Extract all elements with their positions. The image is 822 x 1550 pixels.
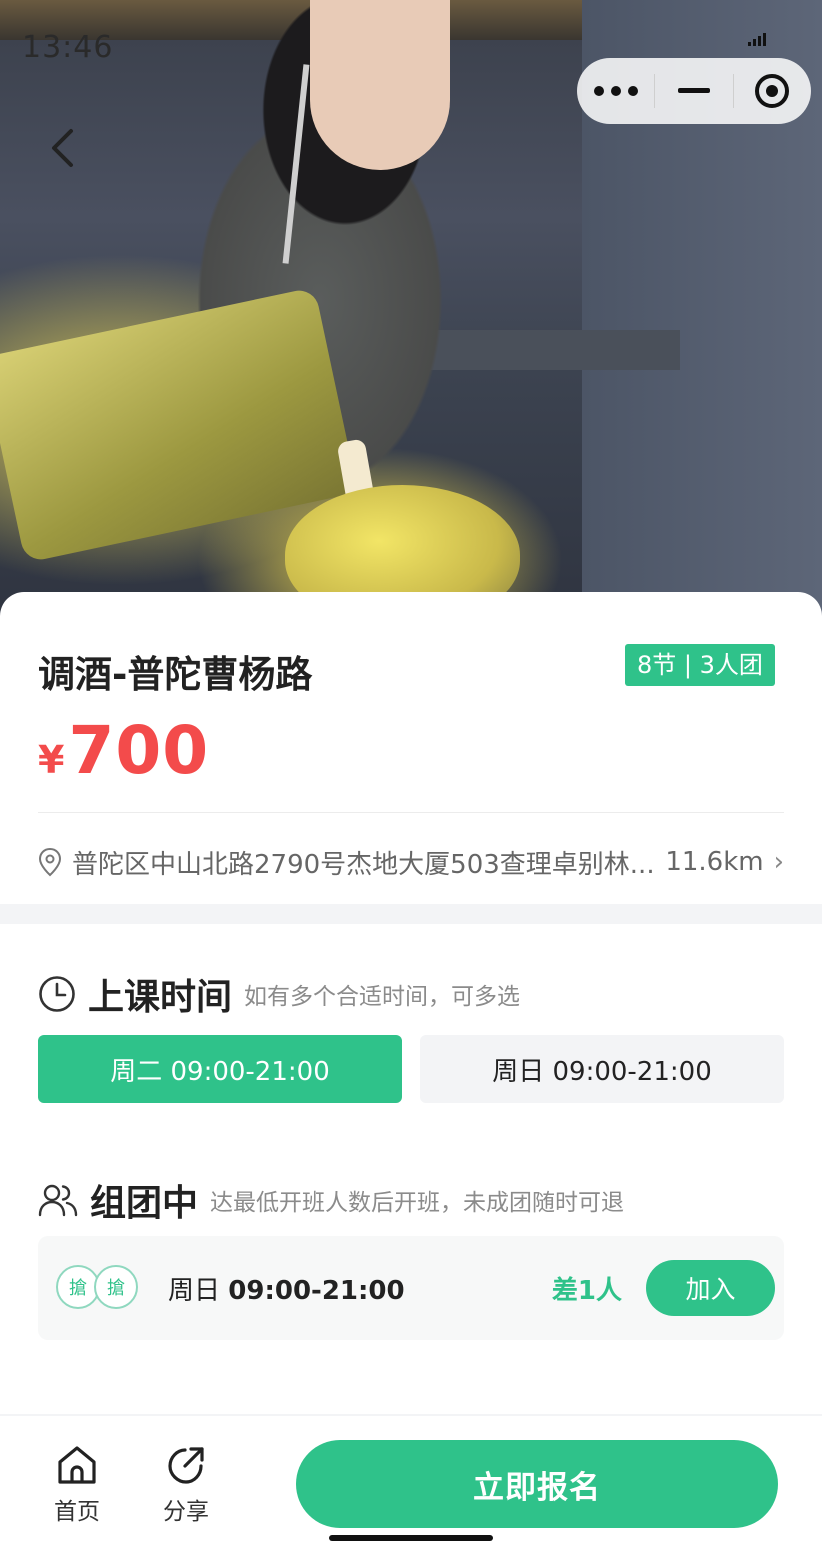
avatar: 搶 xyxy=(94,1265,138,1309)
home-button[interactable]: 首页 xyxy=(37,1444,117,1526)
group-time: 周日 09:00-21:00 xyxy=(168,1270,405,1307)
close-program-button[interactable] xyxy=(734,58,811,124)
time-slot-tuesday[interactable]: 周二 09:00-21:00 xyxy=(38,1035,402,1103)
course-price: ¥ 700 xyxy=(38,712,209,789)
more-dots-icon xyxy=(593,86,638,96)
signup-button[interactable]: 立即报名 xyxy=(296,1440,778,1528)
share-icon xyxy=(168,1447,204,1484)
back-button[interactable] xyxy=(38,120,86,176)
clock-icon xyxy=(39,976,75,1012)
group-needed-count: 差1人 xyxy=(551,1275,622,1306)
group-day: 周日 xyxy=(168,1275,221,1306)
target-icon xyxy=(755,74,790,108)
group-title: 组团中 xyxy=(90,1183,199,1224)
signal-icon xyxy=(748,30,770,46)
group-item: 搶 搶 周日 09:00-21:00 差1人 加入 xyxy=(38,1236,784,1340)
currency-symbol: ¥ xyxy=(38,738,65,782)
group-hours: 09:00-21:00 xyxy=(228,1275,405,1306)
distance-text: 11.6km xyxy=(665,847,764,877)
course-info-card: 调酒-普陀曹杨路 8节 | 3人团 ¥ 700 普陀区中山北路2790号杰地大厦… xyxy=(0,592,822,904)
group-avatars: 搶 搶 xyxy=(56,1263,146,1313)
more-button[interactable] xyxy=(577,58,654,124)
time-slot-sunday[interactable]: 周日 09:00-21:00 xyxy=(420,1035,784,1103)
chevron-left-icon xyxy=(52,129,73,167)
mini-program-capsule xyxy=(577,58,811,124)
home-label: 首页 xyxy=(54,1499,100,1525)
course-badge: 8节 | 3人团 xyxy=(625,644,775,686)
course-title: 调酒-普陀曹杨路 xyxy=(38,653,313,696)
price-value: 700 xyxy=(68,712,210,789)
schedule-section: 上课时间 如有多个合适时间，可多选 周二 09:00-21:00 周日 09:0… xyxy=(0,924,822,1414)
group-subtitle: 达最低开班人数后开班，未成团随时可退 xyxy=(210,1190,625,1216)
location-pin-icon xyxy=(38,847,62,877)
home-icon xyxy=(58,1446,96,1484)
chevron-right-icon: › xyxy=(773,847,784,877)
share-button[interactable]: 分享 xyxy=(146,1444,226,1526)
hero-image: 13:46 xyxy=(0,0,822,620)
divider xyxy=(38,812,784,813)
minimize-button[interactable] xyxy=(655,58,732,124)
address-text: 普陀区中山北路2790号杰地大厦503查理卓别林... xyxy=(72,849,655,880)
schedule-title: 上课时间 xyxy=(88,977,233,1018)
users-icon xyxy=(38,1184,78,1217)
home-indicator xyxy=(329,1535,493,1541)
status-time: 13:46 xyxy=(22,30,114,65)
schedule-subtitle: 如有多个合适时间，可多选 xyxy=(244,984,521,1010)
share-label: 分享 xyxy=(163,1499,209,1525)
bottom-bar: 首页 分享 立即报名 xyxy=(0,1416,822,1550)
join-button[interactable]: 加入 xyxy=(646,1260,775,1316)
address-row[interactable]: 普陀区中山北路2790号杰地大厦503查理卓别林... 11.6km › xyxy=(38,842,784,882)
minus-icon xyxy=(677,88,710,93)
schedule-header: 上课时间 如有多个合适时间，可多选 xyxy=(38,968,520,1020)
group-header: 组团中 达最低开班人数后开班，未成团随时可退 xyxy=(38,1174,624,1226)
